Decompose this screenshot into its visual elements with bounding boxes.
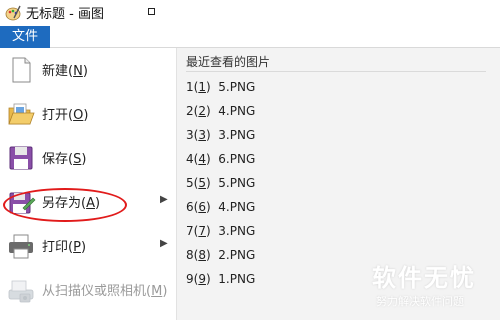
recent-file-item[interactable]: 1(1) 5.PNG [186, 80, 255, 100]
new-file-icon [12, 57, 31, 83]
watermark-logo-text: 软件无忧 [372, 264, 476, 292]
menu-item-label: 打印(P) [42, 240, 87, 255]
watermark-slogan: 努力解决软件问题 [376, 295, 464, 308]
recent-title: 最近查看的图片 [186, 55, 271, 69]
menu-item-label: 从扫描仪或照相机(M) [42, 284, 168, 299]
menu-item-label: 打开(O) [42, 108, 89, 123]
menu-item-from-scanner: 从扫描仪或照相机(M) [0, 268, 176, 312]
recent-file-item[interactable]: 7(7) 3.PNG [186, 224, 255, 244]
recent-file-item[interactable]: 3(3) 3.PNG [186, 128, 255, 148]
menu-item-new[interactable]: 新建(N) [0, 48, 176, 92]
printer-icon [9, 234, 33, 259]
submenu-arrow-icon: ▶ [160, 238, 168, 249]
menu-item-save[interactable]: 保存(S) [0, 136, 176, 180]
submenu-arrow-icon: ▶ [160, 194, 168, 205]
recent-divider [186, 71, 486, 72]
scanner-icon [8, 280, 34, 303]
recent-file-item[interactable]: 8(8) 2.PNG [186, 248, 255, 268]
menu-item-open[interactable]: 打开(O) [0, 92, 176, 136]
menu-item-label: 新建(N) [42, 64, 88, 79]
window-title: 无标题 - 画图 [26, 7, 104, 22]
save-highlight-circle [3, 188, 127, 222]
floppy-disk-icon [9, 146, 33, 170]
open-folder-icon [8, 103, 35, 125]
recent-file-item[interactable]: 2(2) 4.PNG [186, 104, 255, 124]
title-bar: 无标题 - 画图 [0, 0, 500, 26]
paint-app-icon [5, 5, 21, 21]
file-tab[interactable]: 文件 [0, 26, 50, 48]
recent-file-item[interactable]: 9(9) 1.PNG [186, 272, 255, 292]
ribbon-bar [0, 26, 500, 48]
menu-item-print[interactable]: 打印(P) ▶ [0, 224, 176, 268]
restore-window-icon[interactable] [148, 8, 155, 15]
menu-item-label: 保存(S) [42, 152, 87, 167]
file-menu: 新建(N) 打开(O) 保存(S) 另存为(A) ▶ 打印(P) ▶ 从扫描仪或… [0, 48, 176, 320]
recent-file-item[interactable]: 5(5) 5.PNG [186, 176, 255, 196]
recent-file-item[interactable]: 4(4) 6.PNG [186, 152, 255, 172]
recent-file-item[interactable]: 6(6) 4.PNG [186, 200, 255, 220]
